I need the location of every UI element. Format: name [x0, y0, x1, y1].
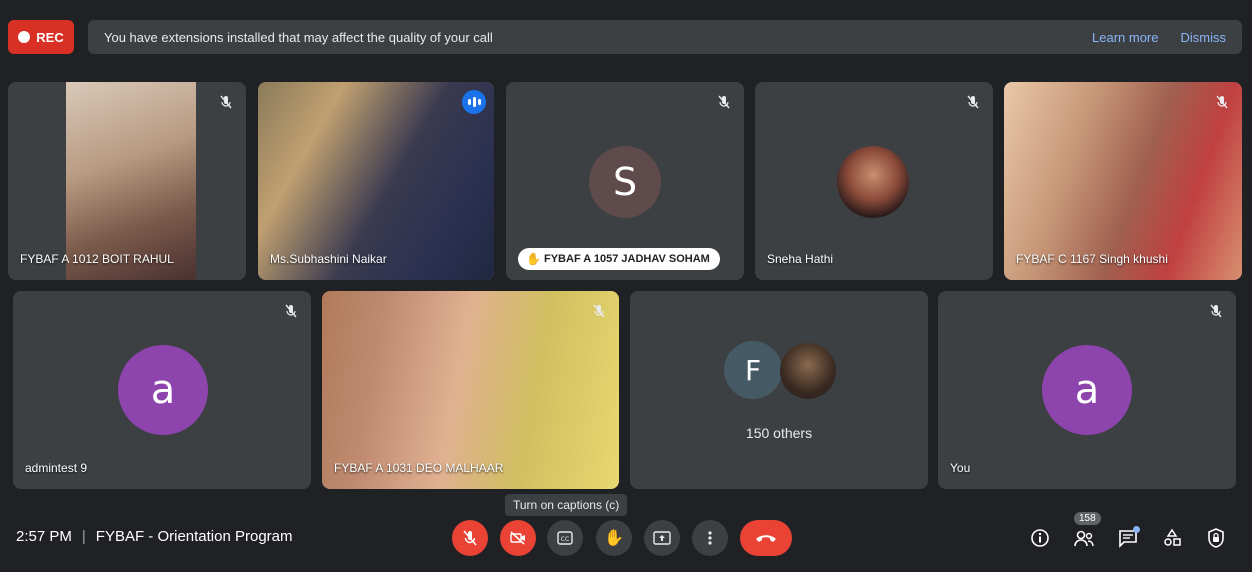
participant-tile[interactable]: FYBAF A 1012 BOIT RAHUL [8, 82, 246, 280]
captions-button[interactable]: CC [547, 520, 583, 556]
shapes-icon [1164, 528, 1181, 546]
participant-name-raised-hand: ✋ FYBAF A 1057 JADHAV SOHAM [518, 248, 720, 270]
camera-off-icon [510, 531, 525, 545]
info-icon [1031, 529, 1049, 547]
avatar: S [589, 146, 661, 218]
hang-up-icon [756, 535, 776, 542]
mic-off-icon [714, 92, 734, 112]
participants-button[interactable]: 158 [1070, 512, 1101, 552]
record-dot-icon [18, 31, 31, 43]
avatar-photo [780, 343, 836, 399]
participant-video [258, 82, 494, 280]
mic-off-icon [1212, 92, 1232, 112]
participant-video [1004, 82, 1242, 280]
captions-tooltip: Turn on captions (c) [505, 494, 628, 516]
closed-captions-icon: CC [557, 531, 573, 545]
speaking-indicator-icon [462, 90, 486, 114]
recording-label: REC [36, 29, 64, 45]
participant-name: FYBAF A 1057 JADHAV SOHAM [544, 253, 710, 265]
camera-toggle-button[interactable] [500, 520, 536, 556]
others-count: 150 others [745, 425, 813, 441]
avatar: a [1042, 345, 1132, 435]
activities-button[interactable] [1158, 524, 1186, 552]
svg-text:CC: CC [561, 536, 569, 543]
learn-more-link[interactable]: Learn more [1092, 30, 1158, 45]
participant-video [322, 291, 619, 489]
self-tile[interactable]: a You [938, 291, 1236, 489]
participant-video [66, 82, 196, 280]
present-screen-icon [653, 531, 671, 545]
participant-tile[interactable]: Sneha Hathi [755, 82, 993, 280]
participant-tile[interactable]: FYBAF A 1031 DEO MALHAAR [322, 291, 619, 489]
participant-name: admintest 9 [25, 461, 88, 475]
participant-tile[interactable]: a admintest 9 [13, 291, 311, 489]
more-options-button[interactable] [692, 520, 728, 556]
hand-icon: ✋ [604, 530, 624, 547]
dismiss-button[interactable]: Dismiss [1181, 30, 1227, 45]
mic-off-icon [1206, 301, 1226, 321]
avatar: a [118, 345, 208, 435]
unread-dot-icon [1133, 526, 1140, 533]
mic-off-icon [963, 92, 983, 112]
chat-button[interactable] [1114, 524, 1142, 552]
people-icon [1074, 530, 1094, 547]
participant-name: FYBAF C 1167 Singh khushi [1016, 252, 1168, 266]
participant-name: You [950, 461, 971, 475]
participant-name: FYBAF A 1031 DEO MALHAAR [334, 461, 504, 475]
mic-off-icon [216, 92, 236, 112]
shield-lock-icon [1208, 528, 1224, 548]
meeting-details-button[interactable] [1026, 524, 1054, 552]
clock: 2:57 PM [16, 528, 72, 545]
others-tile[interactable]: F 150 others [630, 291, 928, 489]
participant-tile-active-speaker[interactable]: Ms.Subhashini Naikar [258, 82, 494, 280]
participant-name: FYBAF A 1012 BOIT RAHUL [20, 252, 174, 266]
mic-toggle-button[interactable] [452, 520, 488, 556]
mic-off-icon [589, 301, 609, 321]
participant-tile[interactable]: S ✋ FYBAF A 1057 JADHAV SOHAM [506, 82, 744, 280]
avatar-photo [837, 146, 909, 218]
participant-name: Ms.Subhashini Naikar [270, 252, 387, 266]
divider: | [81, 528, 86, 545]
participant-tile[interactable]: FYBAF C 1167 Singh khushi [1004, 82, 1242, 280]
meeting-title: FYBAF - Orientation Program [95, 528, 293, 545]
leave-call-button[interactable] [740, 520, 792, 556]
extensions-banner: You have extensions installed that may a… [88, 20, 1242, 54]
meeting-info: 2:57 PM | FYBAF - Orientation Program [16, 528, 293, 545]
recording-badge: REC [8, 20, 74, 54]
host-controls-button[interactable] [1202, 524, 1230, 552]
mic-off-icon [463, 530, 477, 546]
participant-name: Sneha Hathi [767, 252, 834, 266]
mic-off-icon [281, 301, 301, 321]
avatar: F [724, 341, 782, 399]
present-button[interactable] [644, 520, 680, 556]
participants-count-badge: 158 [1074, 512, 1101, 525]
more-vert-icon [708, 531, 712, 545]
raise-hand-button[interactable]: ✋ [596, 520, 632, 556]
raised-hand-icon: ✋ [526, 252, 541, 266]
banner-message: You have extensions installed that may a… [104, 29, 493, 45]
